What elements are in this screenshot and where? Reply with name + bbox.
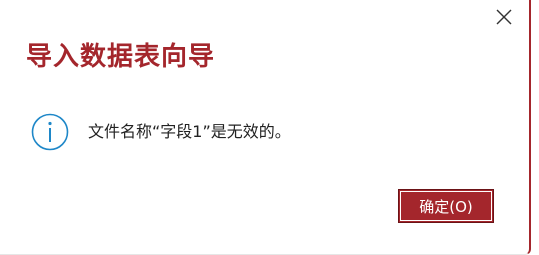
close-icon (496, 9, 512, 25)
close-button[interactable] (493, 6, 515, 28)
ok-button[interactable]: 确定(O) (398, 189, 494, 223)
import-table-wizard-dialog: 导入数据表向导 文件名称“字段1”是无效的。 确定(O) (0, 0, 531, 255)
info-icon (31, 113, 69, 151)
error-message: 文件名称“字段1”是无效的。 (88, 122, 291, 141)
message-row: 文件名称“字段1”是无效的。 (30, 112, 291, 152)
dialog-title: 导入数据表向导 (26, 42, 216, 72)
